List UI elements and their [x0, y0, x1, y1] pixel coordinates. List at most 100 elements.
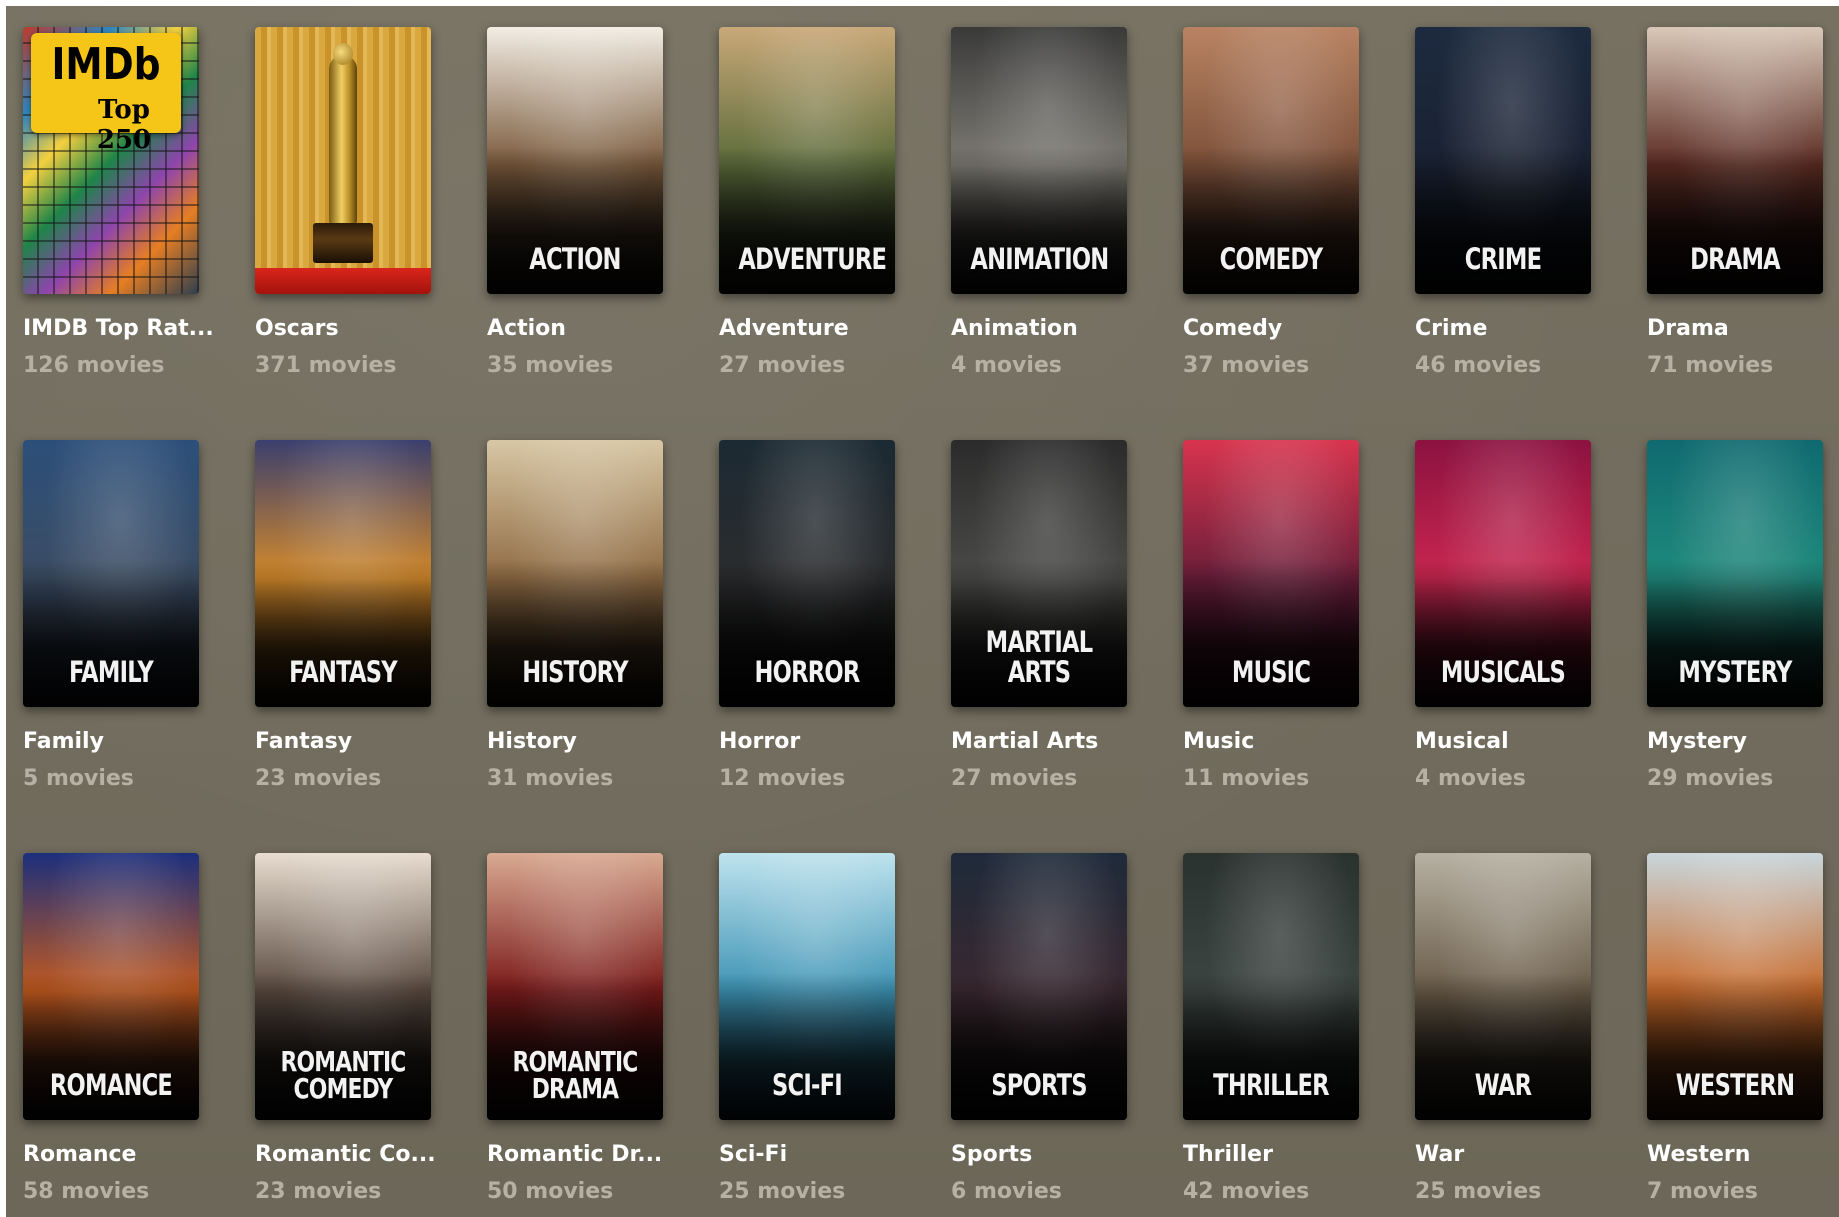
collection-poster[interactable]: DRAMA: [1647, 27, 1823, 294]
oscar-base-icon: [313, 223, 373, 263]
poster-genre-title: CRIME: [1464, 242, 1542, 276]
collection-name[interactable]: Adventure: [719, 316, 895, 342]
collection-name[interactable]: War: [1415, 1142, 1591, 1168]
collection-poster[interactable]: HORROR: [719, 440, 895, 707]
collection-card-oscars[interactable]: Oscars 371 movies: [255, 27, 431, 440]
collection-name[interactable]: Romance: [23, 1142, 199, 1168]
collection-name[interactable]: Action: [487, 316, 663, 342]
collection-name[interactable]: Sports: [951, 1142, 1127, 1168]
collection-name[interactable]: Romantic Dr...: [487, 1142, 663, 1168]
collection-poster[interactable]: MUSICALS: [1415, 440, 1591, 707]
collection-movie-count: 71 movies: [1647, 353, 1774, 378]
collection-card-adventure[interactable]: ADVENTURE Adventure 27 movies: [719, 27, 895, 440]
collection-poster[interactable]: WAR: [1415, 853, 1591, 1120]
collection-name[interactable]: Crime: [1415, 316, 1591, 342]
collection-poster[interactable]: CRIME: [1415, 27, 1591, 294]
collection-poster[interactable]: SPORTS: [951, 853, 1127, 1120]
collection-card-imdb-top-rat[interactable]: IMDb Top 250 IMDB Top Rat... 126 movies: [23, 27, 214, 440]
poster-genre-title: ACTION: [529, 242, 621, 276]
collection-card-war[interactable]: WAR War 25 movies: [1415, 853, 1591, 1217]
collection-movie-count: 4 movies: [1415, 766, 1526, 791]
collection-poster[interactable]: THRILLER: [1183, 853, 1359, 1120]
collection-movie-count: 25 movies: [1415, 1179, 1542, 1204]
collection-poster[interactable]: IMDb Top 250: [23, 27, 199, 294]
collection-poster[interactable]: FANTASY: [255, 440, 431, 707]
collection-name[interactable]: Western: [1647, 1142, 1823, 1168]
poster-genre-title: MUSIC: [1231, 655, 1311, 689]
collection-card-thriller[interactable]: THRILLER Thriller 42 movies: [1183, 853, 1359, 1217]
collection-name[interactable]: Family: [23, 729, 199, 755]
red-table-art: [255, 268, 431, 294]
poster-genre-title: MARTIAL ARTS: [985, 625, 1094, 689]
collection-movie-count: 23 movies: [255, 1179, 382, 1204]
collection-poster[interactable]: ACTION: [487, 27, 663, 294]
collections-panel: IMDb Top 250 IMDB Top Rat... 126 movies Osca…: [6, 6, 1839, 1217]
collection-name[interactable]: History: [487, 729, 663, 755]
collection-card-musical[interactable]: MUSICALS Musical 4 movies: [1415, 440, 1591, 853]
collection-card-horror[interactable]: HORROR Horror 12 movies: [719, 440, 895, 853]
collection-name[interactable]: IMDB Top Rat...: [23, 316, 214, 342]
collection-movie-count: 4 movies: [951, 353, 1062, 378]
collection-movie-count: 46 movies: [1415, 353, 1542, 378]
collection-card-family[interactable]: FAMILY Family 5 movies: [23, 440, 199, 853]
collection-card-music[interactable]: MUSIC Music 11 movies: [1183, 440, 1359, 853]
collection-name[interactable]: Oscars: [255, 316, 431, 342]
collection-card-crime[interactable]: CRIME Crime 46 movies: [1415, 27, 1591, 440]
collection-movie-count: 11 movies: [1183, 766, 1310, 791]
collection-card-martial-arts[interactable]: MARTIAL ARTS Martial Arts 27 movies: [951, 440, 1127, 853]
collection-movie-count: 37 movies: [1183, 353, 1310, 378]
collection-poster[interactable]: HISTORY: [487, 440, 663, 707]
collection-name[interactable]: Comedy: [1183, 316, 1359, 342]
collection-poster[interactable]: COMEDY: [1183, 27, 1359, 294]
collection-movie-count: 12 movies: [719, 766, 846, 791]
collection-poster[interactable]: SCI-FI: [719, 853, 895, 1120]
collection-poster[interactable]: ROMANCE: [23, 853, 199, 1120]
collection-name[interactable]: Drama: [1647, 316, 1823, 342]
poster-genre-title: WESTERN: [1675, 1068, 1795, 1102]
collection-poster[interactable]: MYSTERY: [1647, 440, 1823, 707]
poster-genre-title: MUSICALS: [1440, 655, 1566, 689]
collection-movie-count: 42 movies: [1183, 1179, 1310, 1204]
collection-poster[interactable]: FAMILY: [23, 440, 199, 707]
collection-name[interactable]: Animation: [951, 316, 1127, 342]
collection-card-romantic-dr[interactable]: ROMANTIC DRAMA Romantic Dr... 50 movies: [487, 853, 663, 1217]
poster-genre-title: FANTASY: [289, 655, 397, 689]
collection-card-drama[interactable]: DRAMA Drama 71 movies: [1647, 27, 1823, 440]
collection-name[interactable]: Music: [1183, 729, 1359, 755]
collection-poster[interactable]: MARTIAL ARTS: [951, 440, 1127, 707]
collection-card-animation[interactable]: ANIMATION Animation 4 movies: [951, 27, 1127, 440]
collection-poster[interactable]: [255, 27, 431, 294]
collection-name[interactable]: Romantic Co...: [255, 1142, 436, 1168]
collection-card-comedy[interactable]: COMEDY Comedy 37 movies: [1183, 27, 1359, 440]
collection-poster[interactable]: ANIMATION: [951, 27, 1127, 294]
collection-movie-count: 50 movies: [487, 1179, 614, 1204]
collection-card-fantasy[interactable]: FANTASY Fantasy 23 movies: [255, 440, 431, 853]
collection-poster[interactable]: WESTERN: [1647, 853, 1823, 1120]
collection-name[interactable]: Fantasy: [255, 729, 431, 755]
collection-poster[interactable]: ADVENTURE: [719, 27, 895, 294]
collection-name[interactable]: Martial Arts: [951, 729, 1127, 755]
collection-name[interactable]: Thriller: [1183, 1142, 1359, 1168]
collection-poster[interactable]: ROMANTIC DRAMA: [487, 853, 663, 1120]
imdb-top-250-text: Top 250: [96, 95, 152, 155]
collection-name[interactable]: Horror: [719, 729, 895, 755]
collection-name[interactable]: Musical: [1415, 729, 1591, 755]
collection-poster[interactable]: MUSIC: [1183, 440, 1359, 707]
poster-genre-title: ROMANTIC COMEDY: [280, 1045, 406, 1105]
collection-movie-count: 27 movies: [719, 353, 846, 378]
collection-card-western[interactable]: WESTERN Western 7 movies: [1647, 853, 1823, 1217]
collection-card-romantic-co[interactable]: ROMANTIC COMEDY Romantic Co... 23 movies: [255, 853, 436, 1217]
collections-grid: IMDb Top 250 IMDB Top Rat... 126 movies Osca…: [23, 27, 1823, 1217]
collection-card-sci-fi[interactable]: SCI-FI Sci-Fi 25 movies: [719, 853, 895, 1217]
collection-name[interactable]: Sci-Fi: [719, 1142, 895, 1168]
poster-genre-title: ANIMATION: [970, 242, 1109, 276]
collection-card-romance[interactable]: ROMANCE Romance 58 movies: [23, 853, 199, 1217]
poster-genre-title: COMEDY: [1219, 242, 1323, 276]
collection-card-sports[interactable]: SPORTS Sports 6 movies: [951, 853, 1127, 1217]
collection-card-history[interactable]: HISTORY History 31 movies: [487, 440, 663, 853]
collection-card-mystery[interactable]: MYSTERY Mystery 29 movies: [1647, 440, 1823, 853]
collection-card-action[interactable]: ACTION Action 35 movies: [487, 27, 663, 440]
collection-poster[interactable]: ROMANTIC COMEDY: [255, 853, 431, 1120]
poster-genre-title: ROMANTIC DRAMA: [512, 1045, 638, 1105]
collection-name[interactable]: Mystery: [1647, 729, 1823, 755]
